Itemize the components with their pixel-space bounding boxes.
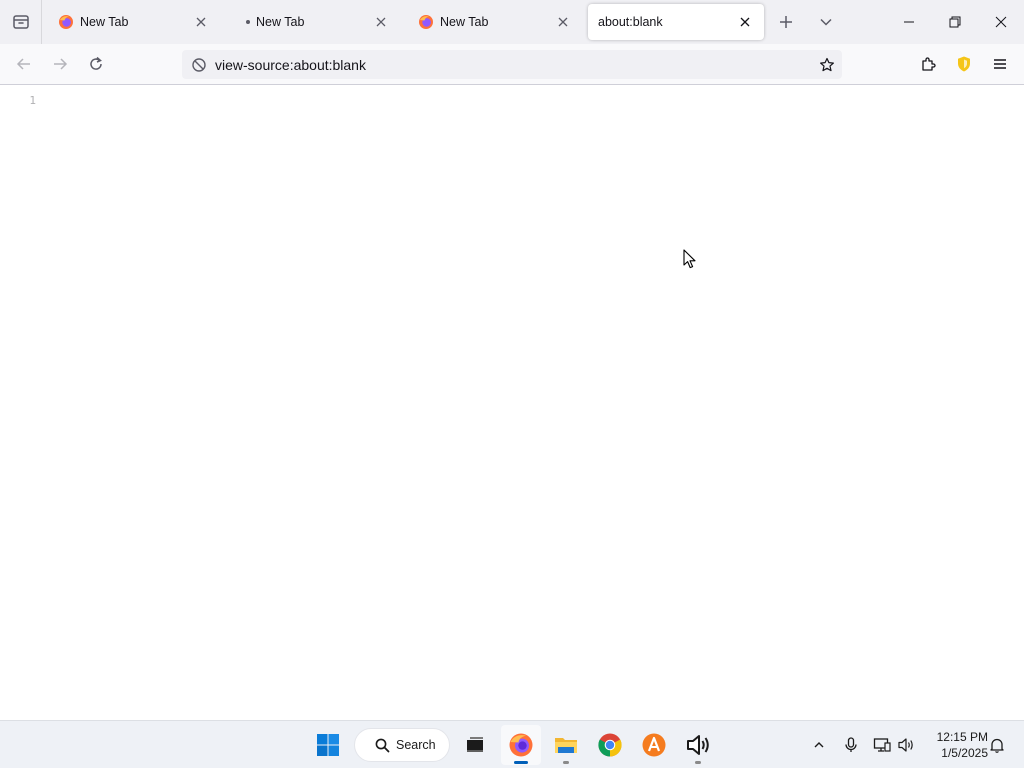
new-tab-button[interactable] — [768, 4, 804, 40]
app-menu-button[interactable] — [984, 48, 1016, 80]
close-tab-button[interactable] — [554, 13, 572, 31]
task-view-button[interactable] — [455, 725, 495, 765]
firefox-icon — [509, 733, 533, 757]
task-view-icon — [467, 737, 483, 752]
tab-title: New Tab — [440, 15, 489, 29]
tab-title: New Tab — [256, 15, 305, 29]
taskbar-firefox[interactable] — [501, 725, 541, 765]
windows-start-icon — [317, 734, 339, 756]
firefox-icon — [419, 15, 433, 29]
url-bar[interactable]: view-source:about:blank — [182, 50, 842, 79]
firefox-icon — [59, 15, 73, 29]
firefox-view-icon — [12, 15, 29, 29]
show-hidden-icons-button[interactable] — [807, 733, 831, 757]
taskbar-chrome[interactable] — [590, 725, 630, 765]
taskbar: Search 12:15 PM 1/5/2025 — [0, 720, 1024, 768]
hamburger-menu-icon — [994, 59, 1006, 69]
reload-icon — [90, 56, 102, 70]
tab-title: about:blank — [598, 15, 663, 29]
close-tab-button[interactable] — [736, 13, 754, 31]
close-icon — [196, 17, 206, 27]
chrome-icon — [598, 733, 622, 757]
microphone-button[interactable] — [839, 733, 863, 757]
shield-icon — [958, 56, 970, 72]
arrow-right-icon — [54, 58, 68, 70]
plus-icon — [780, 16, 792, 28]
taskbar-file-explorer[interactable] — [546, 725, 586, 765]
close-window-button[interactable] — [978, 0, 1024, 44]
tab-new-tab-3[interactable]: New Tab — [404, 4, 582, 40]
list-all-tabs-button[interactable] — [808, 4, 844, 40]
puzzle-icon — [922, 57, 936, 71]
arrow-left-icon — [16, 58, 30, 70]
view-source-content: 1 — [0, 86, 1024, 720]
page-info-button[interactable] — [184, 50, 214, 79]
tab-new-tab-2[interactable]: New Tab — [230, 4, 400, 40]
tab-title: New Tab — [80, 15, 129, 29]
file-explorer-icon — [555, 738, 577, 753]
extensions-button[interactable] — [912, 48, 944, 80]
close-icon — [740, 17, 750, 27]
taskbar-speaker-app[interactable] — [678, 725, 718, 765]
volume-button[interactable] — [894, 733, 918, 757]
tab-about-blank[interactable]: about:blank — [588, 4, 764, 40]
firefox-view-button[interactable] — [0, 0, 42, 44]
privacy-shield-button[interactable] — [948, 48, 980, 80]
search-icon — [375, 738, 390, 752]
close-tab-button[interactable] — [372, 13, 390, 31]
chevron-down-icon — [820, 18, 832, 26]
reload-button[interactable] — [80, 48, 112, 80]
minimize-button[interactable] — [886, 0, 932, 44]
app-icon — [642, 733, 666, 757]
tab-new-tab-1[interactable]: New Tab — [44, 4, 220, 40]
star-icon — [820, 57, 834, 71]
tab-strip: New Tab New Tab New Tab about:blank — [0, 0, 1024, 44]
volume-icon — [898, 738, 913, 752]
close-icon — [558, 17, 568, 27]
microphone-icon — [845, 737, 857, 752]
start-button[interactable] — [308, 725, 348, 765]
chevron-up-icon — [814, 742, 824, 748]
search-label: Search — [396, 738, 436, 752]
network-button[interactable] — [870, 733, 894, 757]
loading-dot-icon — [246, 20, 250, 24]
speaker-app-icon — [687, 735, 709, 755]
close-icon — [376, 17, 386, 27]
close-tab-button[interactable] — [192, 13, 210, 31]
navigation-toolbar: view-source:about:blank — [0, 44, 1024, 85]
bell-icon — [990, 738, 1004, 753]
system-clock[interactable]: 12:15 PM 1/5/2025 — [922, 729, 988, 761]
network-icon — [873, 738, 891, 752]
close-icon — [995, 16, 1007, 28]
line-number: 1 — [29, 94, 36, 107]
page-info-icon — [192, 57, 206, 72]
bookmark-button[interactable] — [812, 50, 842, 79]
mouse-pointer-icon — [683, 249, 696, 269]
url-text[interactable]: view-source:about:blank — [214, 57, 812, 73]
clock-date: 1/5/2025 — [941, 746, 988, 760]
clock-time: 12:15 PM — [936, 730, 988, 744]
taskbar-orange-app[interactable] — [634, 725, 674, 765]
back-button[interactable] — [8, 48, 40, 80]
notifications-button[interactable] — [985, 733, 1009, 757]
minimize-icon — [904, 21, 914, 23]
restore-icon — [949, 16, 961, 28]
restore-button[interactable] — [932, 0, 978, 44]
taskbar-search[interactable]: Search — [354, 728, 450, 762]
forward-button[interactable] — [44, 48, 76, 80]
